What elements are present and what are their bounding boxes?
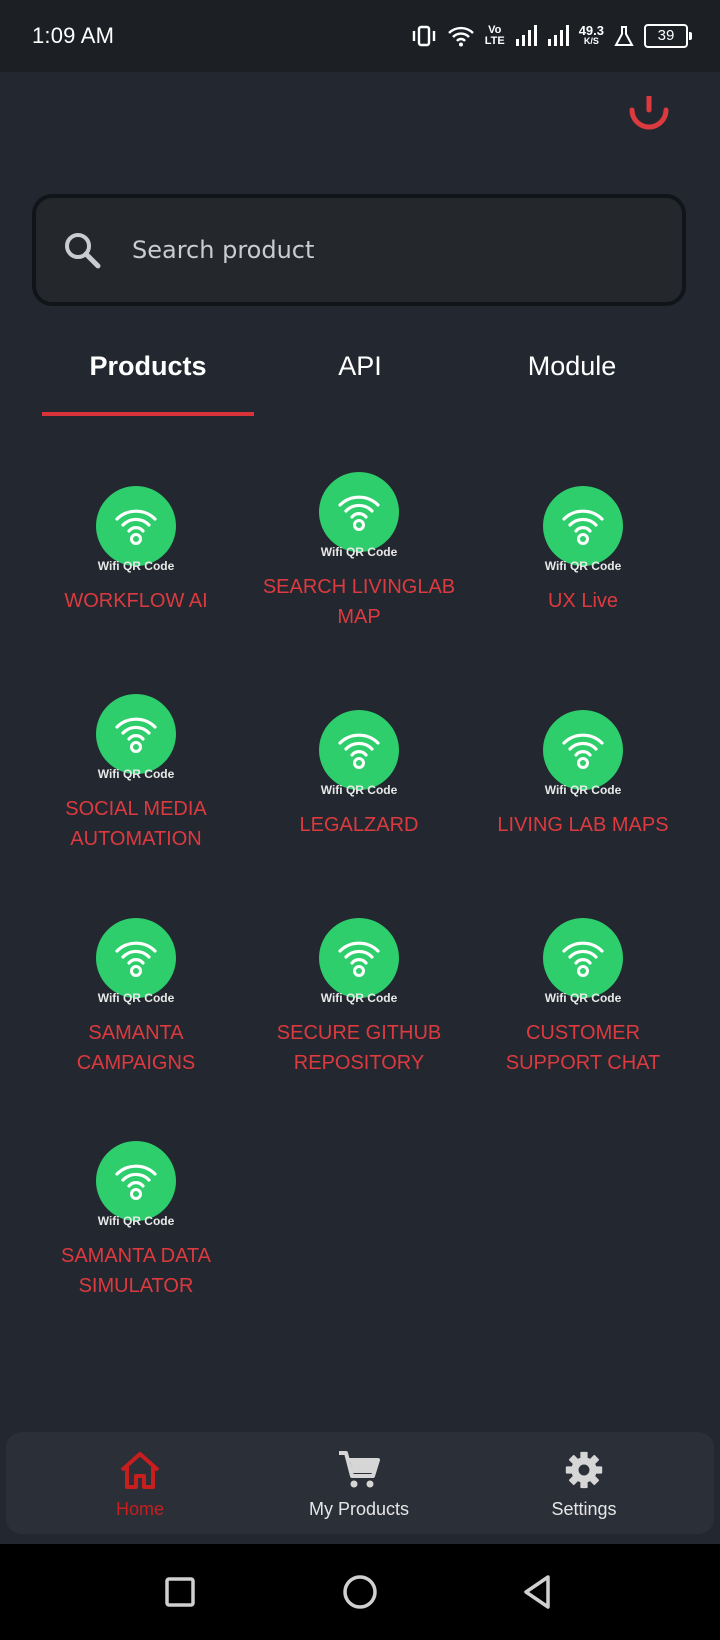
product-card[interactable]: Wifi QR Code SAMANTA DATA SIMULATOR (26, 1141, 246, 1301)
status-bar: 1:09 AM Vo LTE 49.3 K/S 39 (0, 0, 720, 72)
back-triangle-icon (524, 1575, 550, 1609)
tab-products[interactable]: Products (42, 336, 254, 416)
search-box[interactable] (32, 194, 686, 306)
product-icon-caption: Wifi QR Code (97, 767, 175, 781)
product-icon-caption: Wifi QR Code (544, 783, 622, 797)
search-icon (65, 233, 101, 269)
home-system-button[interactable] (336, 1568, 384, 1616)
bottom-nav: Home My Products Settings (6, 1432, 714, 1534)
nav-home[interactable]: Home (50, 1450, 230, 1520)
tab-bar: Products API Module (0, 336, 720, 416)
power-icon (629, 96, 669, 130)
product-card[interactable]: Wifi QR Code SAMANTA CAMPAIGNS (26, 918, 246, 1078)
volte-indicator: Vo LTE (485, 25, 505, 47)
product-card[interactable]: Wifi QR Code WORKFLOW AI (26, 486, 246, 616)
product-icon-caption: Wifi QR Code (320, 783, 398, 797)
signal-icon (515, 25, 537, 46)
tab-active-indicator (42, 412, 254, 416)
wifi-status-icon (447, 26, 474, 47)
nav-settings-label: Settings (551, 1499, 617, 1519)
gear-icon (565, 1451, 603, 1489)
product-card[interactable]: Wifi QR Code UX Live (473, 486, 693, 616)
nav-settings[interactable]: Settings (494, 1450, 674, 1520)
product-card[interactable]: Wifi QR Code SEARCH LIVINGLAB MAP (249, 472, 469, 632)
wifi-qr-icon (319, 472, 399, 552)
system-nav-bar (0, 1544, 720, 1640)
circle-icon (343, 1575, 377, 1609)
product-card[interactable]: Wifi QR Code CUSTOMER SUPPORT CHAT (473, 918, 693, 1078)
tab-module[interactable]: Module (466, 336, 678, 416)
search-input[interactable] (130, 235, 614, 265)
net-speed: 49.3 K/S (578, 23, 604, 47)
wifi-qr-icon (543, 918, 623, 998)
status-time: 1:09 AM (32, 23, 115, 48)
signal-icon-2 (547, 25, 569, 46)
status-icons: Vo LTE 49.3 K/S 39 (411, 23, 692, 48)
product-icon-caption: Wifi QR Code (320, 545, 398, 559)
product-card[interactable]: Wifi QR Code SOCIAL MEDIA AUTOMATION (26, 694, 246, 854)
product-name: LIVING LAB MAPS (497, 814, 669, 836)
nav-my-products[interactable]: My Products (269, 1450, 449, 1520)
wifi-qr-icon (96, 486, 176, 566)
wifi-qr-icon (96, 1141, 176, 1221)
product-card[interactable]: Wifi QR Code LIVING LAB MAPS (473, 710, 693, 840)
wifi-qr-icon (96, 918, 176, 998)
product-icon-caption: Wifi QR Code (97, 1214, 175, 1228)
product-card[interactable]: Wifi QR Code SECURE GITHUB REPOSITORY (249, 918, 469, 1078)
product-icon-caption: Wifi QR Code (97, 559, 175, 573)
product-icon-caption: Wifi QR Code (320, 991, 398, 1005)
power-button[interactable] (622, 96, 676, 140)
product-name: WORKFLOW AI (64, 590, 208, 612)
product-icon-caption: Wifi QR Code (97, 991, 175, 1005)
product-card[interactable]: Wifi QR Code LEGALZARD (249, 710, 469, 840)
product-icon-caption: Wifi QR Code (544, 559, 622, 573)
product-name: CUSTOMER SUPPORT CHAT (505, 1022, 661, 1074)
back-button[interactable] (514, 1568, 562, 1616)
home-icon (120, 1452, 160, 1489)
tab-api[interactable]: API (254, 336, 466, 416)
nav-home-label: Home (115, 1499, 164, 1519)
product-name: SAMANTA CAMPAIGNS (76, 1022, 196, 1074)
wifi-qr-icon (319, 710, 399, 790)
wifi-qr-icon (319, 918, 399, 998)
battery-indicator: 39 (644, 24, 692, 48)
net-speed-value: 49.3 (578, 23, 604, 38)
product-name: SECURE GITHUB REPOSITORY (276, 1022, 442, 1074)
wifi-qr-icon (96, 694, 176, 774)
product-name: LEGALZARD (299, 814, 419, 836)
product-name: UX Live (547, 590, 619, 612)
product-name: SAMANTA DATA SIMULATOR (60, 1245, 212, 1297)
flask-icon (614, 26, 634, 46)
wifi-qr-icon (543, 710, 623, 790)
cart-icon (339, 1451, 380, 1488)
product-name: SEARCH LIVINGLAB MAP (262, 576, 456, 628)
nav-my-products-label: My Products (308, 1499, 410, 1519)
product-icon-caption: Wifi QR Code (544, 991, 622, 1005)
lte-label: LTE (484, 35, 505, 47)
product-name: SOCIAL MEDIA AUTOMATION (65, 798, 207, 850)
wifi-qr-icon (543, 486, 623, 566)
square-icon (165, 1577, 195, 1607)
recents-button[interactable] (156, 1568, 204, 1616)
vibrate-icon (412, 25, 435, 47)
